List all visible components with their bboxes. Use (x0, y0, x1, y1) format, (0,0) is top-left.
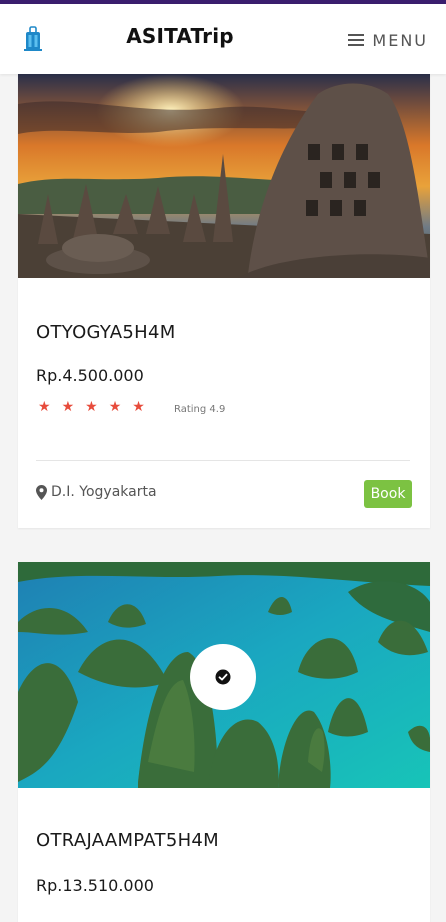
tour-price: Rp.4.500.000 (36, 366, 144, 385)
star-rating: ★ ★ ★ ★ ★ (38, 400, 145, 414)
tour-title[interactable]: OTRAJAAMPAT5H4M (36, 830, 219, 851)
star-icon: ★ (132, 399, 145, 415)
app-header: ASITATrip MENU (0, 4, 446, 74)
tour-photo-borobudur[interactable] (18, 74, 430, 278)
check-icon (215, 669, 231, 685)
map-pin-icon (36, 484, 47, 500)
tour-location: D.I. Yogyakarta (36, 484, 157, 500)
star-icon: ★ (61, 399, 75, 415)
menu-label: MENU (372, 30, 428, 50)
tour-title[interactable]: OTYOGYA5H4M (36, 322, 176, 343)
star-icon: ★ (38, 399, 51, 415)
menu-button[interactable]: MENU (348, 28, 428, 52)
rating-label: Rating 4.9 (174, 404, 226, 415)
hamburger-icon (348, 34, 365, 46)
star-icon: ★ (108, 399, 122, 415)
divider (36, 460, 410, 461)
tour-card[interactable]: OTYOGYA5H4M Rp.4.500.000 ★ ★ ★ ★ ★ Ratin… (18, 74, 430, 528)
tour-card[interactable]: OTRAJAAMPAT5H4M Rp.13.510.000 (18, 562, 430, 922)
tour-price: Rp.13.510.000 (36, 876, 154, 895)
select-toggle[interactable] (190, 644, 256, 710)
book-button[interactable]: Book (364, 480, 412, 508)
star-icon: ★ (85, 399, 98, 415)
brand-title: ASITATrip (126, 24, 234, 48)
location-text: D.I. Yogyakarta (51, 484, 157, 500)
